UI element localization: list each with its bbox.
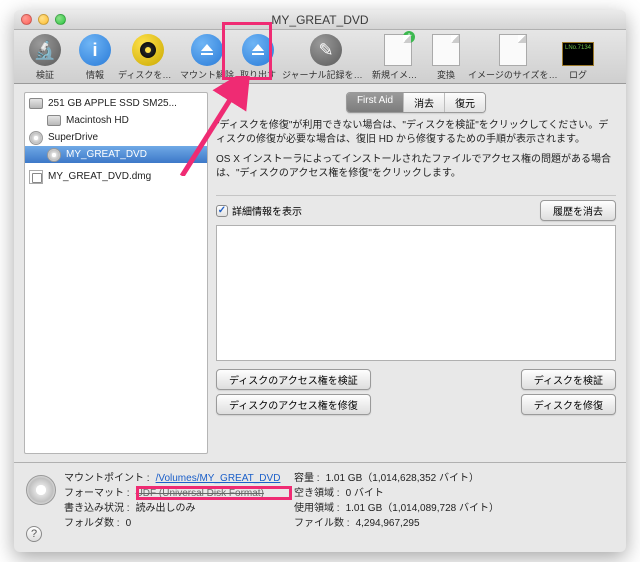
checkbox-icon: ✓ bbox=[216, 205, 228, 217]
format-value: UDF (Universal Disk Format) bbox=[136, 486, 264, 501]
tab-segment: First Aid 消去 復元 bbox=[346, 92, 486, 113]
convert-icon bbox=[432, 34, 460, 66]
eject-icon bbox=[242, 34, 274, 66]
journal-icon: ✎ bbox=[310, 34, 342, 66]
format-label: フォーマット : bbox=[64, 486, 130, 501]
volume-icon bbox=[26, 475, 56, 505]
dmg-icon bbox=[29, 170, 43, 184]
help-button[interactable]: ? bbox=[26, 526, 42, 542]
clear-history-button[interactable]: 履歴を消去 bbox=[540, 200, 616, 221]
zoom-button[interactable] bbox=[55, 14, 66, 25]
main-content: 251 GB APPLE SSD SM25... Macintosh HD Su… bbox=[14, 84, 626, 462]
used-value: 1.01 GB（1,014,089,728 バイト） bbox=[346, 501, 499, 516]
window-controls bbox=[21, 14, 66, 25]
repair-permissions-button[interactable]: ディスクのアクセス権を修復 bbox=[216, 394, 371, 415]
sidebar-drive-ssd[interactable]: 251 GB APPLE SSD SM25... bbox=[25, 95, 207, 112]
microscope-icon: 🔬 bbox=[29, 34, 61, 66]
new-image-icon: + bbox=[384, 34, 412, 66]
cd-icon bbox=[47, 148, 61, 162]
repair-disk-button[interactable]: ディスクを修復 bbox=[521, 394, 616, 415]
folder-count-value: 0 bbox=[126, 516, 132, 531]
tab-erase[interactable]: 消去 bbox=[404, 93, 445, 112]
log-button[interactable]: LNo.7134 ログ bbox=[560, 42, 596, 81]
available-value: 0 バイト bbox=[346, 486, 384, 501]
log-icon: LNo.7134 bbox=[562, 42, 594, 66]
tab-row: First Aid 消去 復元 bbox=[216, 92, 616, 113]
write-status-label: 書き込み状況 : bbox=[64, 501, 130, 516]
write-status-value: 読み出しのみ bbox=[136, 501, 196, 516]
close-button[interactable] bbox=[21, 14, 32, 25]
info-button[interactable]: i 情報 bbox=[74, 34, 116, 81]
convert-button[interactable]: 変換 bbox=[426, 34, 466, 81]
sidebar-drive-superdrive[interactable]: SuperDrive bbox=[25, 129, 207, 146]
window-title: MY_GREAT_DVD bbox=[271, 13, 368, 27]
show-details-checkbox[interactable]: ✓ 詳細情報を表示 bbox=[216, 203, 302, 218]
mount-point-label: マウントポイント : bbox=[64, 471, 150, 486]
minimize-button[interactable] bbox=[38, 14, 49, 25]
footer: マウントポイント : /Volumes/MY_GREAT_DVD フォーマット :… bbox=[14, 462, 626, 541]
optical-drive-icon bbox=[29, 131, 43, 145]
resize-icon bbox=[499, 34, 527, 66]
burn-icon bbox=[132, 34, 164, 66]
details-log[interactable] bbox=[216, 225, 616, 361]
tab-restore[interactable]: 復元 bbox=[445, 93, 485, 112]
sidebar-volume-macintosh-hd[interactable]: Macintosh HD bbox=[25, 112, 207, 129]
file-count-label: ファイル数 : bbox=[294, 516, 350, 531]
burn-button[interactable]: ディスクを作成 bbox=[118, 34, 178, 81]
used-label: 使用領域 : bbox=[294, 501, 340, 516]
unmount-icon bbox=[191, 34, 223, 66]
tab-first-aid[interactable]: First Aid bbox=[347, 93, 404, 112]
folder-count-label: フォルダ数 : bbox=[64, 516, 120, 531]
capacity-label: 容量 : bbox=[294, 471, 320, 486]
resize-button[interactable]: イメージのサイズを変更 bbox=[468, 34, 558, 81]
available-label: 空き領域 : bbox=[294, 486, 340, 501]
sidebar-volume-my-great-dvd[interactable]: MY_GREAT_DVD bbox=[25, 146, 207, 163]
help-text: "ディスクを修復"が利用できない場合は、"ディスクを検証"をクリックしてください… bbox=[216, 119, 616, 187]
verify-disk-button[interactable]: ディスクを検証 bbox=[521, 369, 616, 390]
window: MY_GREAT_DVD 🔬 検証 i 情報 ディスクを作成 マウント解除 取り… bbox=[14, 10, 626, 552]
file-count-value: 4,294,967,295 bbox=[356, 516, 420, 531]
details-header: ✓ 詳細情報を表示 履歴を消去 bbox=[216, 195, 616, 221]
disk-icon bbox=[29, 98, 43, 109]
new-image-button[interactable]: + 新規イメージ bbox=[372, 34, 424, 81]
capacity-value: 1.01 GB（1,014,628,352 バイト） bbox=[326, 471, 479, 486]
verify-button[interactable]: 🔬 検証 bbox=[18, 34, 72, 81]
sidebar-image-dmg[interactable]: MY_GREAT_DVD.dmg bbox=[25, 168, 207, 185]
footer-left-column: マウントポイント : /Volumes/MY_GREAT_DVD フォーマット :… bbox=[64, 471, 294, 531]
journal-button[interactable]: ✎ ジャーナル記録を開始 bbox=[282, 34, 370, 81]
disk-icon bbox=[47, 115, 61, 126]
verify-permissions-button[interactable]: ディスクのアクセス権を検証 bbox=[216, 369, 371, 390]
info-icon: i bbox=[79, 34, 111, 66]
sidebar: 251 GB APPLE SSD SM25... Macintosh HD Su… bbox=[24, 92, 208, 454]
content-pane: First Aid 消去 復元 "ディスクを修復"が利用できない場合は、"ディス… bbox=[208, 84, 626, 462]
mount-point-link[interactable]: /Volumes/MY_GREAT_DVD bbox=[156, 471, 281, 486]
eject-button[interactable]: 取り出す bbox=[236, 34, 280, 81]
titlebar: MY_GREAT_DVD bbox=[14, 10, 626, 30]
unmount-button[interactable]: マウント解除 bbox=[180, 34, 234, 81]
action-buttons: ディスクのアクセス権を検証 ディスクを検証 ディスクのアクセス権を修復 ディスク… bbox=[216, 369, 616, 415]
toolbar: 🔬 検証 i 情報 ディスクを作成 マウント解除 取り出す ✎ ジャーナル記録を… bbox=[14, 30, 626, 84]
footer-right-column: 容量 : 1.01 GB（1,014,628,352 バイト） 空き領域 : 0 バ… bbox=[294, 471, 614, 531]
